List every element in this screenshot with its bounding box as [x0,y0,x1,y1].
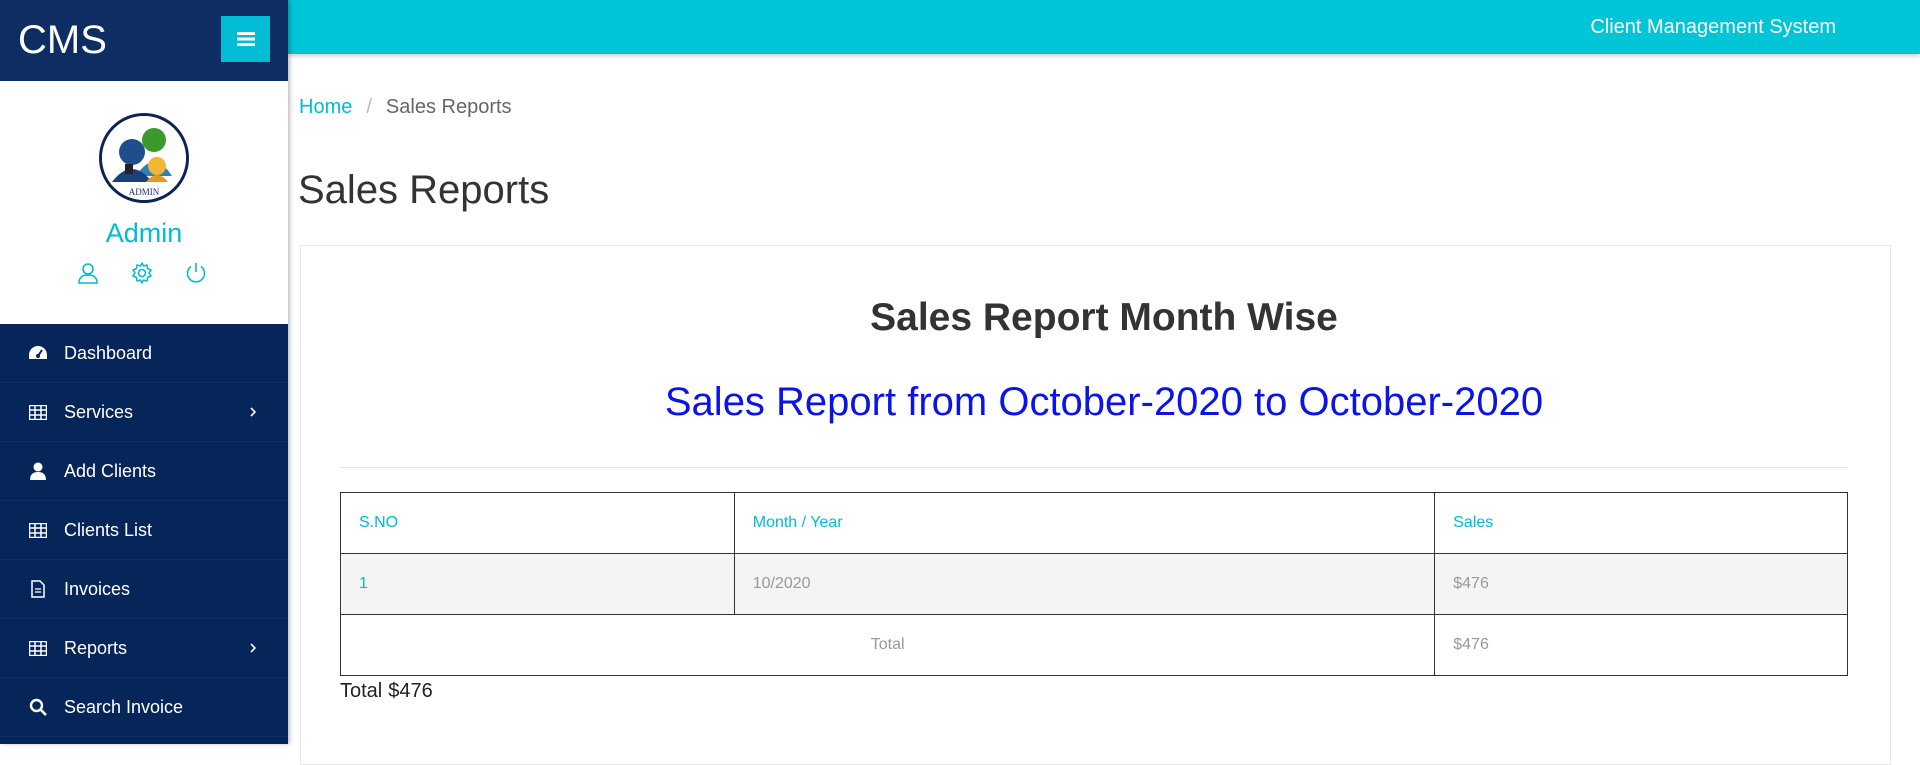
column-header-sales: Sales [1434,492,1848,554]
table-row: 1 10/2020 $476 [340,553,1848,615]
cell-sno: 1 [340,553,735,615]
profile-name: Admin [105,218,183,248]
column-header-sno: S.NO [340,492,735,554]
cell-total-label: Total [339,614,1436,676]
app-title: Client Management System [1590,16,1836,38]
table-icon [28,638,48,658]
sidebar-item-label: Reports [64,637,128,658]
grand-total-value: $476 [388,680,433,702]
cell-total-value: $476 [1434,614,1848,676]
page-title: Sales Reports [298,168,550,212]
svg-text:ADMIN: ADMIN [129,187,160,197]
avatar[interactable]: ADMIN [99,113,189,203]
top-navbar: Client Management System [288,0,1920,54]
user-icon [28,461,48,481]
profile-panel: ADMIN Admin [0,81,288,324]
sidebar-item-reports[interactable]: Reports [0,619,288,678]
cell-month-year: 10/2020 [733,553,1436,615]
menu-toggle-button[interactable] [221,16,270,62]
search-icon [28,697,48,717]
sidebar-item-label: Clients List [64,519,153,540]
grand-total-label: Total [340,680,383,702]
sidebar-item-label: Dashboard [64,342,153,363]
sidebar-item-label: Invoices [64,578,131,599]
chevron-right-icon [250,407,257,417]
sidebar-item-label: Add Clients [64,460,157,481]
hamburger-icon [236,32,255,46]
breadcrumb: Home / Sales Reports [299,96,512,119]
column-header-month-year: Month / Year [733,492,1436,554]
sidebar-nav: Dashboard Services Add Clients Clients L… [0,324,288,737]
dashboard-icon [28,343,48,363]
user-profile-icon[interactable] [76,261,100,285]
grand-total: Total $476 [340,680,433,703]
table-header-row: S.NO Month / Year Sales [340,492,1848,554]
sidebar: CMS ADMIN Admin Dashboard Services Add C… [0,0,288,744]
sidebar-item-invoices[interactable]: Invoices [0,560,288,619]
sidebar-item-add-clients[interactable]: Add Clients [0,442,288,501]
breadcrumb-separator: / [366,96,372,118]
cell-sales: $476 [1434,553,1848,615]
sales-report-table: S.NO Month / Year Sales 1 10/2020 $476 T… [339,492,1848,676]
sidebar-item-services[interactable]: Services [0,383,288,442]
breadcrumb-current: Sales Reports [385,96,512,118]
sidebar-item-clients-list[interactable]: Clients List [0,501,288,560]
brand-name: CMS [18,18,107,62]
file-icon [28,579,48,599]
breadcrumb-home-link[interactable]: Home [299,96,352,119]
brand-bar: CMS [0,0,288,81]
table-icon [28,520,48,540]
table-icon [28,402,48,422]
sidebar-item-dashboard[interactable]: Dashboard [0,324,288,383]
sidebar-item-search-invoice[interactable]: Search Invoice [0,678,288,737]
report-heading: Sales Report Month Wise [870,296,1338,339]
admin-avatar-icon: ADMIN [102,116,186,200]
table-total-row: Total $476 [339,614,1848,676]
report-range-title: Sales Report from October-2020 to Octobe… [664,380,1544,424]
settings-gear-icon[interactable] [130,261,154,285]
divider [340,467,1848,468]
chevron-right-icon [250,643,257,653]
power-logout-icon[interactable] [184,261,208,285]
sidebar-item-label: Services [64,401,134,422]
sidebar-item-label: Search Invoice [64,696,184,717]
